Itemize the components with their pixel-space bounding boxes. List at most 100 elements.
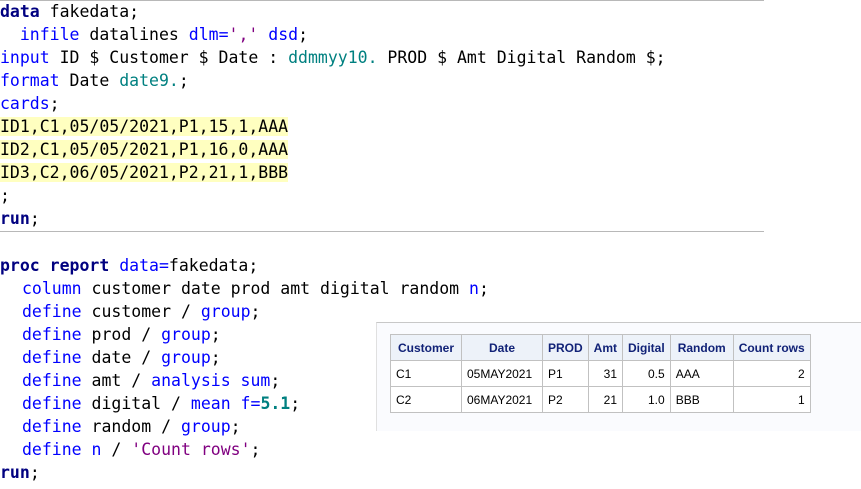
keyword: format — [0, 71, 60, 90]
code-text: digital / — [81, 394, 191, 413]
code-text: date / — [81, 348, 162, 367]
option: analysis sum — [151, 371, 271, 390]
column-header-date: Date — [461, 334, 543, 361]
code-text: fakedata; — [168, 256, 259, 275]
string-literal: 'Count rows' — [131, 440, 251, 459]
cell-count-rows: 2 — [732, 360, 811, 387]
option: group — [200, 302, 251, 321]
code-text: ; — [298, 25, 309, 44]
cell-random: BBB — [669, 386, 734, 413]
option: data= — [119, 256, 169, 275]
code-line-data: data fakedata; — [0, 0, 139, 23]
code-text: customer date prod amt digital random — [81, 279, 470, 298]
keyword: run — [0, 209, 30, 228]
code-text: ID $ Customer $ Date : — [49, 48, 289, 67]
cell-date: 05MAY2021 — [461, 360, 543, 387]
code-line-column: column customer date prod amt digital ra… — [22, 277, 489, 300]
datalines-text: ID1,C1,05/05/2021,P1,15,1,AAA — [0, 117, 289, 136]
code-text: ; — [0, 186, 10, 205]
numeric-literal: 5.1 — [260, 394, 291, 413]
code-text: Date — [59, 71, 120, 90]
cell-digital: 0.5 — [622, 360, 671, 387]
table-header-row: Customer Date PROD Amt Digital Random Co… — [390, 334, 811, 361]
code-text: PROD $ Amt Digital Random $; — [377, 48, 666, 67]
code-line-define-random: define random / group; — [22, 415, 241, 438]
table-row: C1 05MAY2021 P1 31 0.5 AAA 2 — [390, 360, 811, 387]
keyword: define — [22, 325, 82, 344]
code-text: ; — [29, 463, 40, 482]
keyword: cards — [0, 94, 50, 113]
code-text: ; — [210, 325, 221, 344]
keyword: define — [22, 417, 82, 436]
cell-customer: C2 — [390, 386, 462, 413]
keyword: define — [22, 394, 82, 413]
code-text: ; — [178, 71, 189, 90]
report-table: Customer Date PROD Amt Digital Random Co… — [390, 334, 811, 413]
column-header-count-rows: Count rows — [732, 334, 811, 361]
code-line-run: run; — [0, 461, 40, 484]
code-text: ; — [29, 209, 40, 228]
format-literal: ddmmyy10. — [288, 48, 378, 67]
code-text: ; — [250, 440, 261, 459]
keyword: data — [0, 2, 40, 21]
keyword: column — [22, 279, 82, 298]
datalines-row: ID1,C1,05/05/2021,P1,15,1,AAA — [0, 115, 289, 138]
keyword: define — [22, 371, 82, 390]
code-line-input: input ID $ Customer $ Date : ddmmyy10. P… — [0, 46, 666, 69]
column-header-prod: PROD — [542, 334, 589, 361]
code-line-infile: infile datalines dlm=',' dsd; — [0, 23, 308, 46]
column-header-amt: Amt — [587, 334, 624, 361]
keyword: infile — [19, 25, 80, 44]
code-text: ; — [49, 94, 60, 113]
cell-date: 06MAY2021 — [461, 386, 543, 413]
code-line-run: run; — [0, 207, 40, 230]
keyword: proc report — [0, 256, 110, 275]
code-text: random / — [81, 417, 181, 436]
column-header-digital: Digital — [622, 334, 671, 361]
code-text: customer / — [81, 302, 201, 321]
code-text: ; — [210, 348, 221, 367]
code-line-define-customer: define customer / group; — [22, 300, 260, 323]
code-text: datalines — [79, 25, 189, 44]
code-line-define-amt: define amt / analysis sum; — [22, 369, 280, 392]
code-line-semicolon: ; — [0, 184, 10, 207]
keyword: define — [22, 348, 82, 367]
keyword: input — [0, 48, 50, 67]
results-viewer: Customer Date PROD Amt Digital Random Co… — [376, 322, 861, 431]
datalines-text: ID2,C1,05/05/2021,P1,16,0,AAA — [0, 140, 289, 159]
cell-amt: 31 — [587, 360, 624, 387]
cell-digital: 1.0 — [622, 386, 671, 413]
code-line-define-date: define date / group; — [22, 346, 221, 369]
cell-prod: P2 — [542, 386, 589, 413]
code-text: prod / — [81, 325, 162, 344]
option: group — [180, 417, 231, 436]
keyword: run — [0, 463, 30, 482]
code-text: / — [101, 440, 132, 459]
string-literal: ',' — [228, 25, 259, 44]
divider-step — [0, 231, 764, 232]
cell-count-rows: 1 — [732, 386, 811, 413]
cell-random: AAA — [669, 360, 734, 387]
code-text: ; — [478, 279, 489, 298]
datalines-text: ID3,C2,06/05/2021,P2,21,1,BBB — [0, 163, 289, 182]
option: mean f= — [190, 394, 261, 413]
table-row: C2 06MAY2021 P2 21 1.0 BBB 1 — [390, 386, 811, 413]
column-header-customer: Customer — [390, 334, 462, 361]
code-text: ; — [250, 302, 261, 321]
cell-prod: P1 — [542, 360, 589, 387]
code-text: ; — [230, 417, 241, 436]
keyword: define — [22, 440, 82, 459]
option: dlm= — [188, 25, 229, 44]
code-line-define-digital: define digital / mean f=5.1; — [22, 392, 300, 415]
datalines-row: ID2,C1,05/05/2021,P1,16,0,AAA — [0, 138, 289, 161]
option: group — [161, 325, 211, 344]
code-text: ; — [290, 394, 301, 413]
cell-customer: C1 — [390, 360, 462, 387]
cell-amt: 21 — [587, 386, 624, 413]
keyword: define — [22, 302, 82, 321]
code-text: amt / — [81, 371, 152, 390]
code-line-cards: cards; — [0, 92, 60, 115]
